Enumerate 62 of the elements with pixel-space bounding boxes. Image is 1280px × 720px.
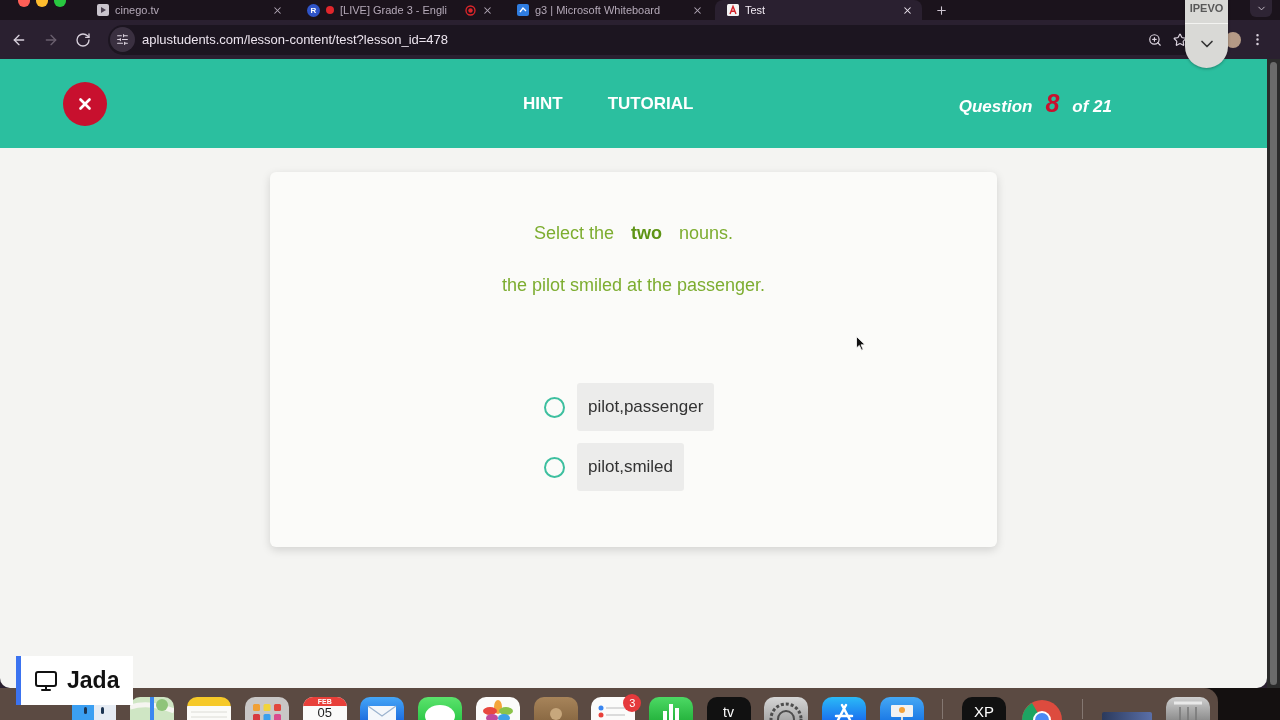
answer-option[interactable]: pilot,smiled — [577, 443, 685, 491]
stylized-a-icon[interactable] — [821, 697, 866, 720]
tab-title: Test — [745, 4, 766, 16]
close-icon[interactable] — [692, 4, 703, 16]
radio-button[interactable] — [544, 456, 565, 478]
collapsible-overlay[interactable]: IPEVO — [1185, 0, 1228, 68]
radio-button[interactable] — [544, 396, 565, 418]
instruction-text: Select the two nouns. — [533, 222, 734, 244]
window-zoom-button[interactable] — [54, 0, 66, 7]
pointer-cursor-icon — [856, 336, 866, 351]
browser-tab[interactable]: g3 | Microsoft Whiteboard — [505, 0, 712, 20]
answer-option[interactable]: pilot,passenger — [577, 383, 715, 431]
checklist-icon[interactable] — [591, 697, 636, 720]
monitor-icon — [34, 668, 58, 693]
overlay-label: IPEVO — [1189, 1, 1224, 15]
star-icon[interactable] — [1173, 32, 1187, 47]
plus-icon — [934, 3, 948, 17]
window-minimize-button[interactable] — [36, 0, 48, 7]
gear-icon[interactable] — [764, 697, 809, 720]
address-book-icon[interactable] — [533, 697, 578, 720]
presentation-board-icon[interactable] — [879, 697, 924, 720]
notification-badge: 3 — [623, 694, 642, 712]
question-sentence: the pilot smiled at the passenger. — [501, 274, 766, 296]
tab-search-button[interactable] — [1250, 0, 1272, 17]
close-button[interactable] — [63, 81, 107, 126]
play-icon — [97, 4, 109, 16]
caret-tile-icon — [517, 4, 529, 16]
sliders-icon — [116, 33, 129, 46]
bar-chart-icon[interactable] — [648, 697, 693, 720]
tab-title: cinego.tv — [115, 4, 160, 16]
browser-icon[interactable] — [1019, 697, 1064, 720]
window-close-button[interactable] — [18, 0, 30, 7]
calendar-day: 05 — [317, 706, 332, 720]
trash-can-icon[interactable] — [1165, 697, 1210, 720]
site-settings-button[interactable] — [110, 27, 135, 52]
tab-title: [LIVE] Grade 3 - Engli — [340, 4, 447, 16]
split-face-icon[interactable] — [72, 705, 116, 720]
presenter-name: Jada — [67, 667, 120, 694]
flower-icon[interactable] — [475, 697, 520, 720]
zoom-icon[interactable] — [1148, 32, 1162, 47]
current-question-number: 8 — [1045, 89, 1060, 118]
xp-dock-item[interactable]: XP — [962, 697, 1006, 720]
browser-tab[interactable]: R [LIVE] Grade 3 - Engli — [295, 0, 502, 20]
reload-icon — [75, 31, 91, 48]
profile-letter: R — [307, 3, 320, 17]
browser-tab[interactable]: cinego.tv — [85, 0, 292, 20]
question-total: of 21 — [1072, 97, 1112, 117]
tab-title: g3 | Microsoft Whiteboard — [535, 4, 661, 16]
window-thumbnail[interactable] — [1102, 712, 1153, 720]
browser-tab[interactable]: Test — [715, 0, 922, 20]
notepad-icon[interactable] — [187, 697, 232, 720]
record-icon — [465, 4, 476, 16]
map-icon[interactable] — [129, 697, 174, 720]
letter-a-icon — [727, 4, 739, 16]
close-icon[interactable] — [902, 4, 913, 16]
close-icon[interactable] — [272, 4, 283, 16]
envelope-icon[interactable] — [360, 697, 405, 720]
close-icon[interactable] — [482, 4, 493, 16]
tv-dock-item[interactable]: tv — [706, 697, 751, 720]
app-grid-icon[interactable] — [245, 697, 290, 720]
question-label: Question — [958, 97, 1033, 117]
speech-bubble-icon[interactable] — [418, 697, 463, 720]
